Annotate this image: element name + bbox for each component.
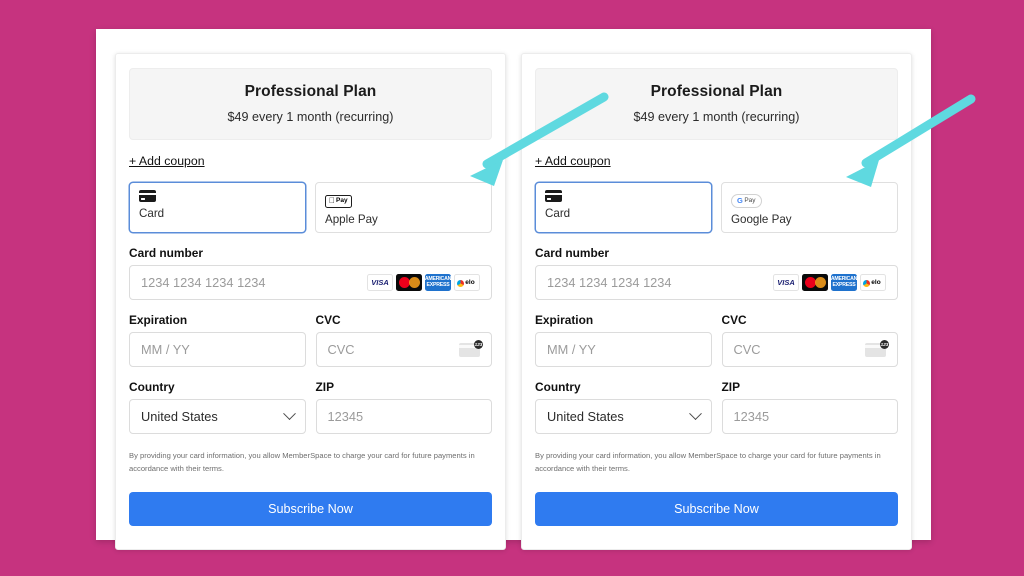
card-number-placeholder: 1234 1234 1234 1234 (141, 275, 266, 290)
cvc-placeholder: CVC (327, 342, 355, 357)
credit-card-icon (545, 190, 562, 202)
add-coupon-link[interactable]: + Add coupon (535, 154, 611, 168)
card-number-input[interactable]: 1234 1234 1234 1234 VISA AMERICAN EXPRESS… (129, 265, 492, 300)
card-number-placeholder: 1234 1234 1234 1234 (547, 275, 672, 290)
mastercard-icon (802, 274, 828, 291)
payment-method-tab-card[interactable]: Card (129, 182, 306, 233)
expiration-placeholder: MM / YY (141, 342, 190, 357)
expiration-label: Expiration (535, 313, 594, 327)
cvc-label: CVC (721, 313, 747, 327)
card-number-label: Card number (129, 246, 203, 260)
chevron-down-icon (282, 407, 296, 421)
cvc-input[interactable]: CVC 123 (721, 332, 898, 367)
checkout-card-google-pay: Professional Plan $49 every 1 month (rec… (521, 53, 912, 550)
expiration-input[interactable]: MM / YY (535, 332, 712, 367)
zip-input[interactable]: 12345 (721, 399, 898, 434)
card-brand-icons: VISA AMERICAN EXPRESS elo (367, 274, 480, 291)
cvc-input[interactable]: CVC 123 (315, 332, 492, 367)
country-select[interactable]: United States (129, 399, 306, 434)
payment-method-tab-apple-pay[interactable]: Pay Apple Pay (315, 182, 492, 233)
cvc-hint-icon: 123 (865, 339, 889, 357)
payment-method-tabs: Card Pay Apple Pay (129, 182, 492, 233)
zip-placeholder: 12345 (327, 409, 364, 424)
mastercard-icon (396, 274, 422, 291)
payment-method-label: Google Pay (731, 213, 792, 226)
plan-title: Professional Plan (244, 83, 377, 100)
plan-title: Professional Plan (650, 83, 783, 100)
expiration-placeholder: MM / YY (547, 342, 596, 357)
zip-label: ZIP (315, 380, 335, 394)
chevron-down-icon (688, 407, 702, 421)
plan-price: $49 every 1 month (recurring) (227, 110, 394, 124)
amex-icon: AMERICAN EXPRESS (425, 274, 451, 291)
plan-price: $49 every 1 month (recurring) (633, 110, 800, 124)
cvc-label: CVC (315, 313, 341, 327)
amex-icon: AMERICAN EXPRESS (831, 274, 857, 291)
visa-icon: VISA (367, 274, 393, 291)
payment-method-tab-google-pay[interactable]: G Pay Google Pay (721, 182, 898, 233)
checkout-card-apple-pay: Professional Plan $49 every 1 month (rec… (115, 53, 506, 550)
subscribe-now-button[interactable]: Subscribe Now (535, 492, 898, 527)
zip-input[interactable]: 12345 (315, 399, 492, 434)
payment-method-label: Card (545, 207, 571, 220)
legal-disclaimer: By providing your card information, you … (129, 451, 475, 473)
payment-method-tabs: Card G Pay Google Pay (535, 182, 898, 233)
payment-method-label: Card (139, 207, 165, 220)
elo-icon: elo (860, 274, 886, 291)
country-value: United States (141, 409, 218, 424)
checkout-cards-row: Professional Plan $49 every 1 month (rec… (96, 29, 931, 550)
google-pay-badge-icon: G Pay (731, 193, 762, 208)
plan-summary-box: Professional Plan $49 every 1 month (rec… (535, 68, 898, 140)
card-number-label: Card number (535, 246, 609, 260)
country-select[interactable]: United States (535, 399, 712, 434)
expiration-label: Expiration (129, 313, 188, 327)
google-pay-badge-text: Pay (744, 196, 756, 204)
subscribe-now-button[interactable]: Subscribe Now (129, 492, 492, 527)
zip-label: ZIP (721, 380, 741, 394)
cvc-hint-icon: 123 (459, 339, 483, 357)
payment-method-tab-card[interactable]: Card (535, 182, 712, 233)
visa-icon: VISA (773, 274, 799, 291)
expiration-input[interactable]: MM / YY (129, 332, 306, 367)
payment-method-label: Apple Pay (325, 213, 378, 228)
apple-logo-icon:  (329, 197, 335, 205)
add-coupon-link[interactable]: + Add coupon (129, 154, 205, 168)
country-label: Country (129, 380, 175, 394)
zip-placeholder: 12345 (733, 409, 770, 424)
card-brand-icons: VISA AMERICAN EXPRESS elo (773, 274, 886, 291)
cvc-placeholder: CVC (733, 342, 761, 357)
card-number-input[interactable]: 1234 1234 1234 1234 VISA AMERICAN EXPRESS… (535, 265, 898, 300)
country-label: Country (535, 380, 581, 394)
legal-disclaimer: By providing your card information, you … (535, 451, 881, 473)
country-value: United States (547, 409, 624, 424)
plan-summary-box: Professional Plan $49 every 1 month (rec… (129, 68, 492, 140)
apple-pay-badge-text: Pay (330, 197, 348, 206)
elo-icon: elo (454, 274, 480, 291)
apple-pay-badge-icon: Pay (325, 194, 352, 208)
google-g-icon: G (737, 196, 743, 205)
credit-card-icon (139, 190, 156, 202)
